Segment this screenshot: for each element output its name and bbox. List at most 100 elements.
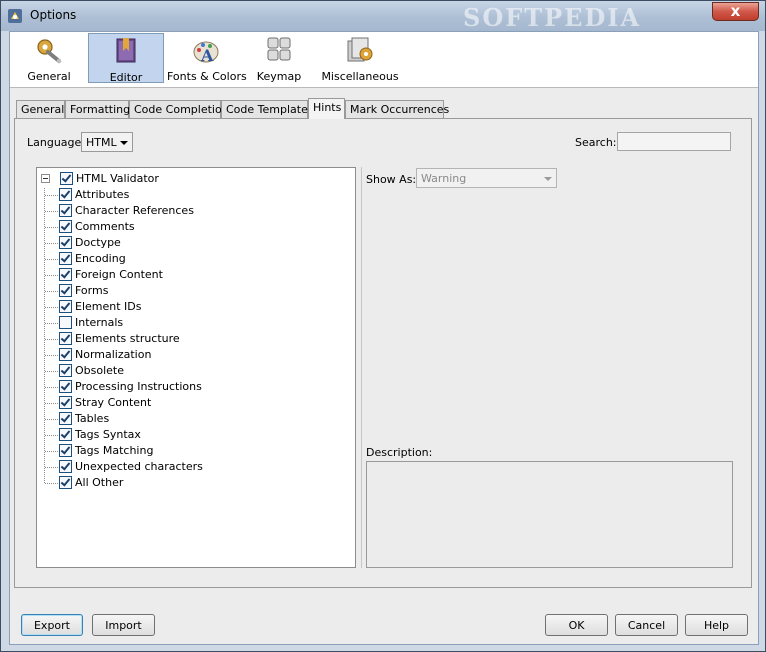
tree-item-label: Tags Syntax — [75, 428, 141, 441]
cancel-button[interactable]: Cancel — [615, 614, 678, 636]
tab-hints[interactable]: Hints — [308, 98, 345, 119]
tree-item[interactable]: Element IDs — [37, 299, 337, 315]
tree-item-label: Character References — [75, 204, 194, 217]
collapse-icon[interactable] — [41, 174, 50, 183]
tab-code-completion[interactable]: Code Completion — [129, 100, 229, 118]
title-bar[interactable]: Options SOFTPEDIA x — [1, 1, 765, 32]
options-window: Options SOFTPEDIA x General Editor A Fon… — [0, 0, 766, 652]
tree-item-label: All Other — [75, 476, 124, 489]
language-select[interactable]: HTML — [81, 132, 133, 152]
checkbox[interactable] — [59, 188, 72, 201]
tree-item-label: Encoding — [75, 252, 126, 265]
misc-gear-icon — [347, 37, 373, 62]
tab-code-templates[interactable]: Code Templates — [221, 100, 314, 118]
tree-item-label: Elements structure — [75, 332, 180, 345]
tree-connector — [45, 339, 58, 340]
window-title: Options — [30, 8, 77, 22]
tree-item-label: Attributes — [75, 188, 130, 201]
checkbox[interactable] — [59, 316, 72, 329]
tree-item-label: Stray Content — [75, 396, 152, 409]
tree-connector — [45, 227, 58, 228]
tree-item[interactable]: Attributes — [37, 187, 337, 203]
tree-item-label: Forms — [75, 284, 109, 297]
help-button[interactable]: Help — [685, 614, 748, 636]
checkbox[interactable] — [59, 380, 72, 393]
tree-item[interactable]: Foreign Content — [37, 267, 337, 283]
checkbox[interactable] — [59, 204, 72, 217]
tree-item-label: Processing Instructions — [75, 380, 202, 393]
close-button[interactable]: x — [712, 2, 759, 21]
search-input[interactable] — [617, 132, 731, 151]
tree-item[interactable]: Stray Content — [37, 395, 337, 411]
tree-connector — [45, 195, 58, 196]
checkbox[interactable] — [60, 172, 73, 185]
tree-connector — [45, 291, 58, 292]
tree-item[interactable]: Tags Syntax — [37, 427, 337, 443]
tree-connector — [45, 275, 58, 276]
checkbox[interactable] — [59, 252, 72, 265]
checkbox[interactable] — [59, 348, 72, 361]
tree-item[interactable]: Comments — [37, 219, 337, 235]
checkbox[interactable] — [59, 428, 72, 441]
import-button[interactable]: Import — [92, 614, 155, 636]
checkbox[interactable] — [59, 300, 72, 313]
checkbox[interactable] — [59, 236, 72, 249]
category-miscellaneous[interactable]: Miscellaneous — [316, 33, 404, 83]
hints-tree[interactable]: HTML Validator Attributes Character Refer… — [36, 167, 356, 568]
tree-root-label: HTML Validator — [76, 172, 159, 185]
show-as-select[interactable]: Warning — [416, 168, 557, 188]
svg-text:A: A — [200, 46, 214, 64]
checkbox[interactable] — [59, 220, 72, 233]
checkbox[interactable] — [59, 412, 72, 425]
tree-item[interactable]: Unexpected characters — [37, 459, 337, 475]
chevron-down-icon — [120, 141, 128, 145]
checkbox[interactable] — [59, 460, 72, 473]
tree-item-label: Element IDs — [75, 300, 142, 313]
tree-item[interactable]: Forms — [37, 283, 337, 299]
checkbox[interactable] — [59, 332, 72, 345]
checkbox[interactable] — [59, 284, 72, 297]
checkbox[interactable] — [59, 396, 72, 409]
tree-connector — [45, 451, 58, 452]
category-general[interactable]: General — [14, 33, 84, 83]
tree-item-label: Normalization — [75, 348, 152, 361]
tree-item[interactable]: Elements structure — [37, 331, 337, 347]
checkbox[interactable] — [59, 364, 72, 377]
ok-button[interactable]: OK — [545, 614, 608, 636]
category-fonts-colors[interactable]: A Fonts & Colors — [167, 33, 247, 83]
tree-item[interactable]: Processing Instructions — [37, 379, 337, 395]
category-label: Fonts & Colors — [167, 70, 247, 83]
tab-mark-occurrences[interactable]: Mark Occurrences — [345, 100, 449, 118]
panel-divider[interactable] — [361, 167, 362, 568]
tree-item[interactable]: Character References — [37, 203, 337, 219]
checkbox[interactable] — [59, 444, 72, 457]
checkbox[interactable] — [59, 476, 72, 489]
category-editor[interactable]: Editor — [88, 33, 164, 84]
tree-connector — [45, 323, 58, 324]
tree-item[interactable]: Tables — [37, 411, 337, 427]
tab-general[interactable]: General — [16, 100, 65, 118]
tree-connector — [45, 435, 58, 436]
tree-item[interactable]: Normalization — [37, 347, 337, 363]
tree-item-label: Foreign Content — [75, 268, 163, 281]
tree-item[interactable]: Internals — [37, 315, 337, 331]
tab-formatting[interactable]: Formatting — [65, 100, 130, 118]
tree-item[interactable]: Obsolete — [37, 363, 337, 379]
tree-item-label: Obsolete — [75, 364, 125, 377]
category-label: General — [27, 70, 71, 83]
export-button[interactable]: Export — [21, 614, 83, 636]
checkbox[interactable] — [59, 268, 72, 281]
tree-item-label: Tables — [75, 412, 110, 425]
tree-item[interactable]: All Other — [37, 475, 337, 491]
tree-item[interactable]: Encoding — [37, 251, 337, 267]
tree-item-label: Internals — [75, 316, 124, 329]
options-client-area: General Editor A Fonts & Colors Keymap M… — [9, 31, 759, 645]
category-keymap[interactable]: Keymap — [248, 33, 310, 83]
font-palette-icon: A — [193, 41, 219, 64]
tree-item-label: Comments — [75, 220, 135, 233]
tree-connector — [45, 355, 58, 356]
tree-item[interactable]: Tags Matching — [37, 443, 337, 459]
tree-item[interactable]: Doctype — [37, 235, 337, 251]
tree-item-label: Doctype — [75, 236, 121, 249]
app-icon — [8, 9, 22, 23]
